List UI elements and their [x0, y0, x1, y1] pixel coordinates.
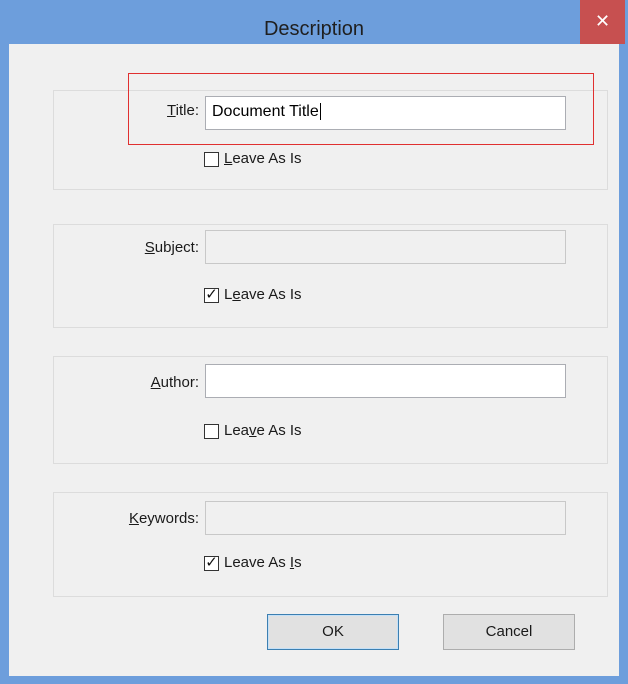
author-input[interactable]	[205, 364, 566, 398]
dialog-body: Title: Document Title Leave As Is Subjec…	[9, 44, 619, 676]
cancel-button[interactable]: Cancel	[443, 614, 575, 650]
checkmark-icon: ✓	[205, 285, 218, 303]
dialog-window: Description ✕ Title: Document Title Leav…	[0, 0, 628, 684]
author-checkbox-box[interactable]	[204, 424, 219, 439]
close-button[interactable]: ✕	[580, 0, 625, 44]
dialog-title: Description	[263, 18, 365, 40]
subject-input[interactable]	[205, 230, 566, 264]
author-label: Author:	[150, 374, 199, 391]
keywords-checkbox-label: Leave As Is	[224, 554, 302, 571]
author-checkbox-label: Leave As Is	[224, 422, 302, 439]
title-checkbox-box[interactable]	[204, 152, 219, 167]
title-input[interactable]: Document Title	[205, 96, 566, 130]
subject-checkbox-box[interactable]: ✓	[204, 285, 219, 303]
subject-checkbox-label: Leave As Is	[224, 286, 302, 303]
title-bar[interactable]: Description ✕	[0, 0, 628, 44]
keywords-label: Keywords:	[128, 510, 199, 527]
keywords-input[interactable]	[205, 501, 566, 535]
title-checkbox-label: Leave As Is	[224, 150, 302, 167]
close-icon: ✕	[594, 11, 611, 32]
title-label: Title:	[167, 102, 199, 119]
checkmark-icon: ✓	[205, 553, 218, 571]
subject-label: Subject:	[144, 239, 199, 256]
keywords-checkbox-box[interactable]: ✓	[204, 553, 219, 571]
ok-button[interactable]: OK	[267, 614, 399, 650]
